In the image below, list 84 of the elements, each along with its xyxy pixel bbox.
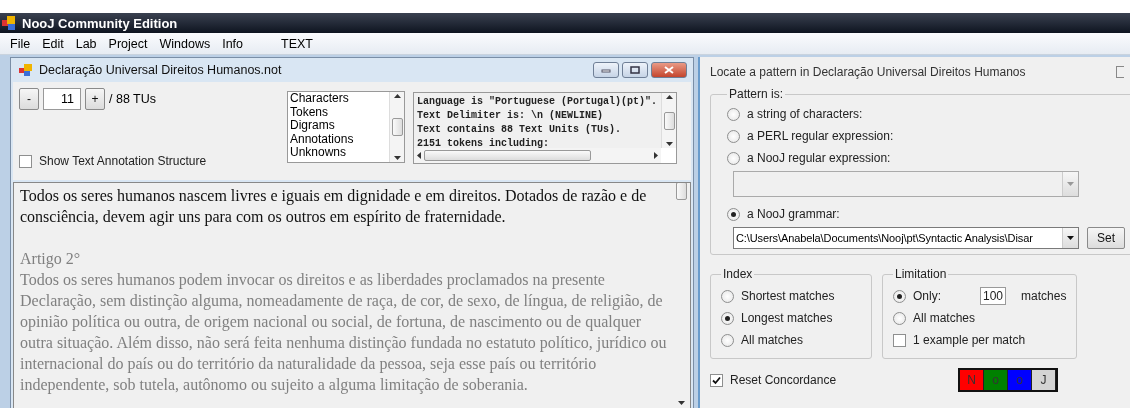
list-item[interactable]: Unknowns xyxy=(290,146,387,160)
logo-letter: o xyxy=(984,370,1009,390)
radio-button[interactable] xyxy=(893,289,906,303)
close-button[interactable] xyxy=(651,62,687,78)
arrow-down-icon[interactable] xyxy=(1067,236,1074,240)
list-item[interactable]: Characters xyxy=(290,92,387,106)
article-heading: Artigo 2° xyxy=(20,249,82,269)
menu-item[interactable]: TEXT xyxy=(275,36,319,51)
group-label: Limitation xyxy=(894,267,948,281)
set-button[interactable]: Set xyxy=(1087,227,1125,249)
group-label: Pattern is: xyxy=(728,87,785,101)
radio-label: Shortest matches xyxy=(741,289,835,303)
menu-item[interactable]: Lab xyxy=(69,36,103,51)
logo-letter: o xyxy=(1008,370,1033,390)
radio-button[interactable] xyxy=(727,151,740,165)
list-item[interactable]: Annotations xyxy=(290,132,387,146)
unit-label: matches xyxy=(1021,289,1067,303)
checkbox-label: 1 example per match xyxy=(913,333,1026,347)
menu-item[interactable]: Info xyxy=(216,36,250,51)
increment-button[interactable]: + xyxy=(85,88,105,110)
list-item[interactable]: Digrams xyxy=(290,119,387,133)
unit-number-field[interactable]: 11 xyxy=(43,88,81,110)
menu-item[interactable]: Edit xyxy=(36,36,70,51)
arrow-right-icon[interactable] xyxy=(654,152,658,159)
group-label: Index xyxy=(722,267,754,281)
checkbox[interactable] xyxy=(893,333,906,347)
list-item[interactable]: Tokens xyxy=(290,105,387,119)
document-icon xyxy=(19,64,33,76)
checkbox[interactable] xyxy=(19,154,32,168)
horizontal-scrollbar[interactable] xyxy=(414,148,661,163)
app-title: NooJ Community Edition xyxy=(22,15,178,31)
scrollbar[interactable] xyxy=(661,93,676,148)
decrement-button[interactable]: - xyxy=(19,88,39,110)
arrow-down-icon[interactable] xyxy=(393,156,401,160)
info-line: Language is "Portuguese (Portugal)(pt)". xyxy=(417,95,658,109)
radio-label: a string of characters: xyxy=(747,107,863,121)
scroll-thumb[interactable] xyxy=(391,118,403,136)
unit-total: / 88 TUs xyxy=(109,92,156,106)
menu-item[interactable]: Windows xyxy=(153,36,217,51)
maximize-button[interactable] xyxy=(622,62,648,78)
scroll-thumb[interactable] xyxy=(424,150,591,161)
paragraph[interactable]: Todos os seres humanos podem invocar os direitos e as liberdades proclamados na presente Declaração, sem distinção alguma, nomeadamente de raça, de cor, de sexo, de língua, de religião, de opinião política ou outra, de origem nacional ou social, de fortuna, de nascimento ou de qualquer outra situação. Além disso, não será feita nenhuma distinção fundada no estatuto político, jurídico ou internacional do país ou do território da naturalidade da pessoa, seja esse país ou território independente, sob tutela, autônomo ou sujeito a alguma limitação de soberania. xyxy=(20,269,667,395)
checkbox-label: Show Text Annotation Structure xyxy=(39,154,207,168)
radio-button[interactable] xyxy=(727,207,740,221)
radio-button[interactable] xyxy=(727,107,740,121)
minimize-button[interactable] xyxy=(593,62,619,78)
radio-label: All matches xyxy=(913,311,976,325)
radio-button[interactable] xyxy=(721,333,734,347)
checkbox-label: Reset Concordance xyxy=(730,373,837,387)
radio-label: Only: xyxy=(913,289,941,303)
minimize-icon xyxy=(601,67,611,73)
radio-label: a NooJ grammar: xyxy=(747,207,840,221)
radio-label: a PERL regular expression: xyxy=(747,129,894,143)
arrow-up-icon[interactable] xyxy=(665,95,673,99)
limit-field[interactable]: 100 xyxy=(980,287,1007,305)
radio-button[interactable] xyxy=(721,289,734,303)
scrollbar[interactable] xyxy=(389,92,404,162)
radio-label: All matches xyxy=(741,333,804,347)
radio-button[interactable] xyxy=(727,129,740,143)
arrow-down-icon[interactable] xyxy=(678,401,685,405)
scroll-thumb[interactable] xyxy=(676,183,687,200)
logo-letter: N xyxy=(960,370,985,390)
paragraph[interactable]: Todos os seres humanos nascem livres e iguais em dignidade e em direitos. Dotados de razão e de consciência, devem agir uns para com os outros em espírito de fraternidade. xyxy=(20,185,667,227)
logo-letter: J xyxy=(1032,370,1057,390)
arrow-left-icon[interactable] xyxy=(417,152,421,159)
checkbox[interactable] xyxy=(710,373,723,387)
menu-item[interactable]: Project xyxy=(102,36,154,51)
arrow-down-icon[interactable] xyxy=(665,142,673,146)
menu-item[interactable]: File xyxy=(4,36,37,51)
arrow-up-icon[interactable] xyxy=(393,94,401,98)
maximize-icon xyxy=(630,66,640,74)
radio-button[interactable] xyxy=(721,311,734,325)
radio-label: Longest matches xyxy=(741,311,833,325)
info-line: Text contains 88 Text Units (TUs). xyxy=(417,123,623,137)
panel-title: Locate a pattern in Declaração Universal Direitos Humanos xyxy=(710,65,1026,79)
app-icon xyxy=(2,16,16,30)
info-line: Text Delimiter is: \n (NEWLINE) xyxy=(417,109,605,123)
scrollbar[interactable] xyxy=(673,183,690,408)
window-title: Declaração Universal Direitos Humanos.not xyxy=(39,63,282,77)
info-line: 2151 tokens including: xyxy=(417,137,551,148)
scroll-thumb[interactable] xyxy=(663,111,675,130)
grammar-combo[interactable]: C:\Users\Anabela\Documents\Nooj\pt\Syntactic Analysis\Disar xyxy=(733,227,1079,249)
radio-label: a NooJ regular expression: xyxy=(747,151,891,165)
radio-button[interactable] xyxy=(893,311,906,325)
